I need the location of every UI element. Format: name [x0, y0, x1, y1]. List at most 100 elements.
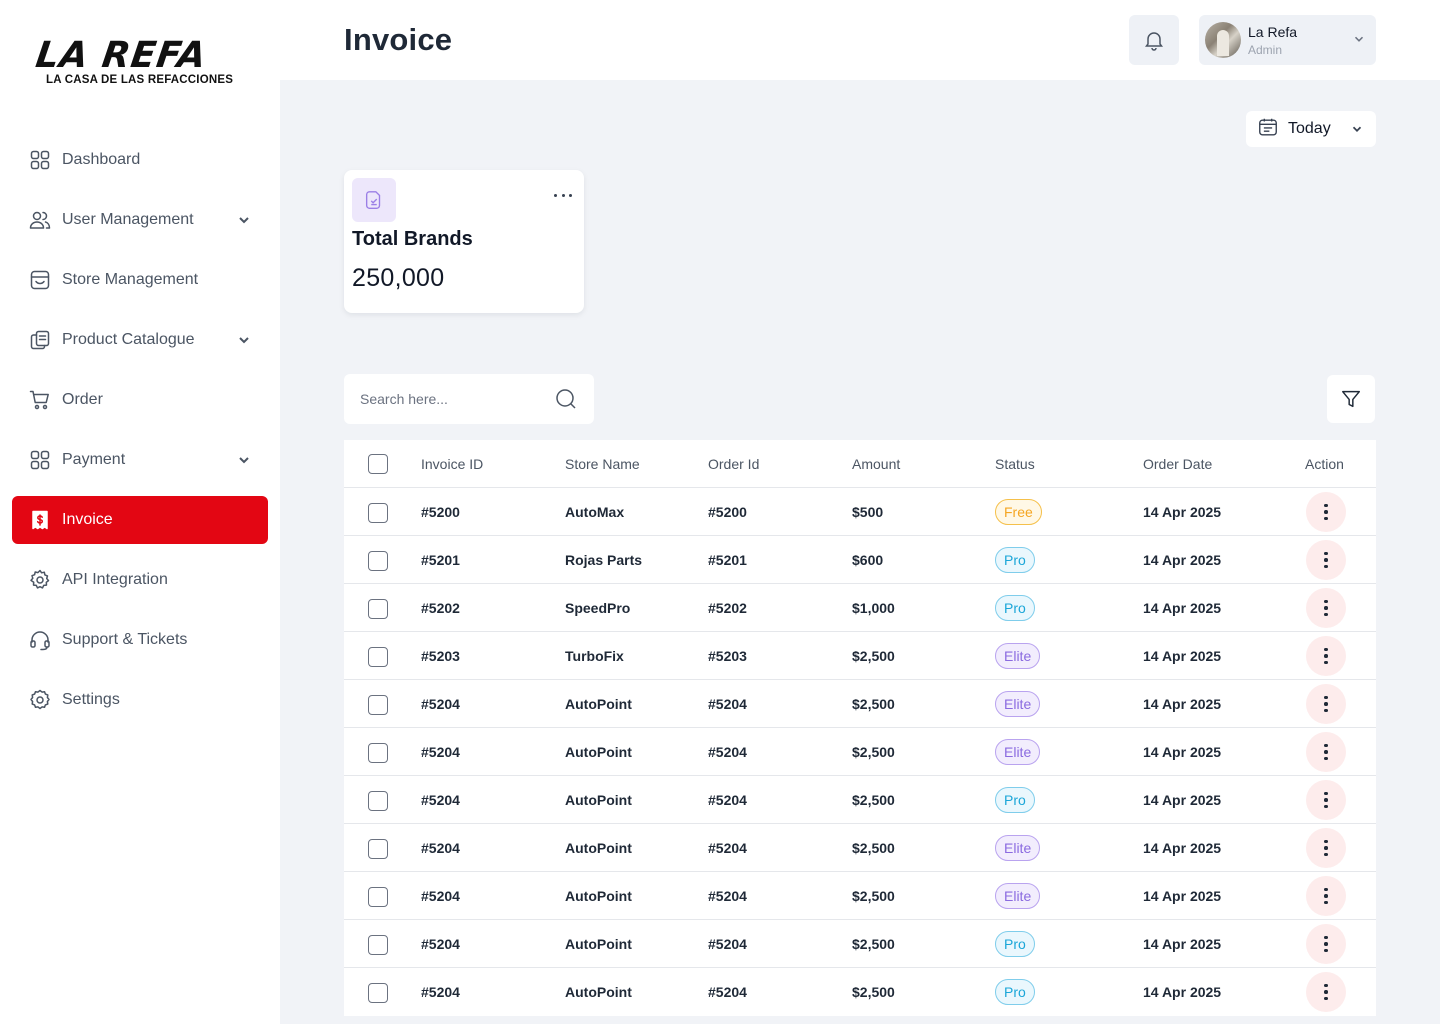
row-checkbox[interactable] [368, 743, 388, 763]
cart-icon [28, 388, 52, 412]
sidebar-item-label: User Management [62, 211, 194, 228]
row-actions-button[interactable] [1306, 540, 1346, 580]
filter-button[interactable] [1327, 375, 1375, 423]
table-row: #5204 AutoPoint #5204 $2,500 Elite 14 Apr 202… [344, 728, 1376, 776]
order-id: #5200 [708, 504, 747, 520]
sidebar-item-invoice[interactable]: Invoice [12, 496, 268, 544]
row-actions-button[interactable] [1306, 684, 1346, 724]
row-actions-button[interactable] [1306, 876, 1346, 916]
dot [1324, 647, 1328, 652]
order-id: #5204 [708, 792, 747, 808]
order-date: 14 Apr 2025 [1143, 504, 1222, 520]
amount: $2,500 [852, 744, 895, 760]
sidebar-item-payment[interactable]: Payment [12, 436, 268, 484]
search-icon[interactable] [554, 387, 578, 411]
sidebar-item-store-management[interactable]: Store Management [12, 256, 268, 304]
sidebar-item-label: Settings [62, 691, 120, 708]
invoice-id: #5204 [421, 696, 460, 712]
search-input[interactable] [360, 374, 550, 424]
column-header[interactable]: Amount [852, 456, 900, 472]
column-header[interactable]: Order Id [708, 456, 759, 472]
row-checkbox[interactable] [368, 935, 388, 955]
sidebar-item-product-catalogue[interactable]: Product Catalogue [12, 316, 268, 364]
sidebar-item-label: Payment [62, 451, 126, 468]
row-actions-button[interactable] [1306, 780, 1346, 820]
store-name: TurboFix [565, 648, 624, 664]
sidebar-item-settings[interactable]: Settings [12, 676, 268, 724]
dot [1324, 558, 1328, 562]
store-icon [28, 268, 52, 292]
store-name: AutoPoint [565, 984, 632, 1000]
column-header[interactable]: Invoice ID [421, 456, 483, 472]
row-actions-button[interactable] [1306, 972, 1346, 1012]
dot [1324, 900, 1328, 905]
sidebar-item-dashboard[interactable]: Dashboard [12, 136, 268, 184]
sidebar-item-support-tickets[interactable]: Support & Tickets [12, 616, 268, 664]
stat-card-total-brands: Total Brands 250,000 [344, 170, 584, 313]
search-box [344, 374, 594, 424]
dot [1324, 516, 1328, 521]
store-name: AutoPoint [565, 744, 632, 760]
row-checkbox[interactable] [368, 503, 388, 523]
invoice-id: #5204 [421, 840, 460, 856]
dot [1324, 503, 1328, 508]
row-actions-button[interactable] [1306, 492, 1346, 532]
table-body: #5200 AutoMax #5200 $500 Free 14 Apr 2025 #520… [344, 488, 1376, 1016]
row-checkbox[interactable] [368, 695, 388, 715]
user-menu[interactable]: La Refa Admin [1199, 15, 1376, 65]
order-date: 14 Apr 2025 [1143, 648, 1222, 664]
order-id: #5204 [708, 936, 747, 952]
dot [1324, 935, 1328, 940]
column-header[interactable]: Status [995, 456, 1035, 472]
table-row: #5204 AutoPoint #5204 $2,500 Elite 14 Apr 202… [344, 872, 1376, 920]
gears-icon [28, 568, 52, 592]
brand-logo[interactable]: LA REFA LA CASA DE LAS REFACCIONES [33, 35, 242, 90]
more-options-button[interactable] [554, 188, 572, 202]
row-actions-button[interactable] [1306, 588, 1346, 628]
chevron-down-icon[interactable] [236, 212, 252, 228]
invoice-table: Invoice ID Store Name Order Id Amount St… [344, 440, 1376, 1016]
sidebar-item-label: Product Catalogue [62, 331, 195, 348]
amount: $2,500 [852, 792, 895, 808]
filter-icon [1342, 390, 1360, 408]
amount: $2,500 [852, 984, 895, 1000]
sidebar-item-api-integration[interactable]: API Integration [12, 556, 268, 604]
order-date: 14 Apr 2025 [1143, 552, 1222, 568]
sidebar-item-label: Support & Tickets [62, 631, 188, 648]
select-all-checkbox[interactable] [368, 454, 388, 474]
sidebar-item-order[interactable]: Order [12, 376, 268, 424]
status-badge: Elite [995, 883, 1041, 909]
amount: $600 [852, 552, 884, 568]
notifications-button[interactable] [1129, 15, 1179, 65]
dot [1324, 599, 1328, 604]
document-icon [352, 178, 396, 222]
row-checkbox[interactable] [368, 599, 388, 619]
row-checkbox[interactable] [368, 839, 388, 859]
invoice-id: #5204 [421, 936, 460, 952]
store-name: AutoPoint [565, 936, 632, 952]
column-header[interactable]: Store Name [565, 456, 640, 472]
table-row: #5202 SpeedPro #5202 $1,000 Pro 14 Apr 2025 [344, 584, 1376, 632]
sidebar-item-user-management[interactable]: User Management [12, 196, 268, 244]
column-header[interactable]: Order Date [1143, 456, 1212, 472]
avatar [1205, 22, 1241, 58]
table-row: #5200 AutoMax #5200 $500 Free 14 Apr 2025 [344, 488, 1376, 536]
row-checkbox[interactable] [368, 983, 388, 1003]
amount: $2,500 [852, 696, 895, 712]
date-range-dropdown[interactable]: Today [1246, 111, 1376, 147]
row-actions-button[interactable] [1306, 636, 1346, 676]
stat-label: Total Brands [352, 228, 473, 250]
row-checkbox[interactable] [368, 791, 388, 811]
dot [1324, 839, 1328, 844]
row-checkbox[interactable] [368, 887, 388, 907]
row-actions-button[interactable] [1306, 732, 1346, 772]
chevron-down-icon[interactable] [236, 452, 252, 468]
invoice-id: #5202 [421, 600, 460, 616]
row-checkbox[interactable] [368, 647, 388, 667]
sidebar: LA REFA LA CASA DE LAS REFACCIONES Dashb… [0, 0, 280, 1024]
status-badge: Pro [995, 931, 1035, 957]
row-actions-button[interactable] [1306, 924, 1346, 964]
row-actions-button[interactable] [1306, 828, 1346, 868]
row-checkbox[interactable] [368, 551, 388, 571]
chevron-down-icon[interactable] [236, 332, 252, 348]
